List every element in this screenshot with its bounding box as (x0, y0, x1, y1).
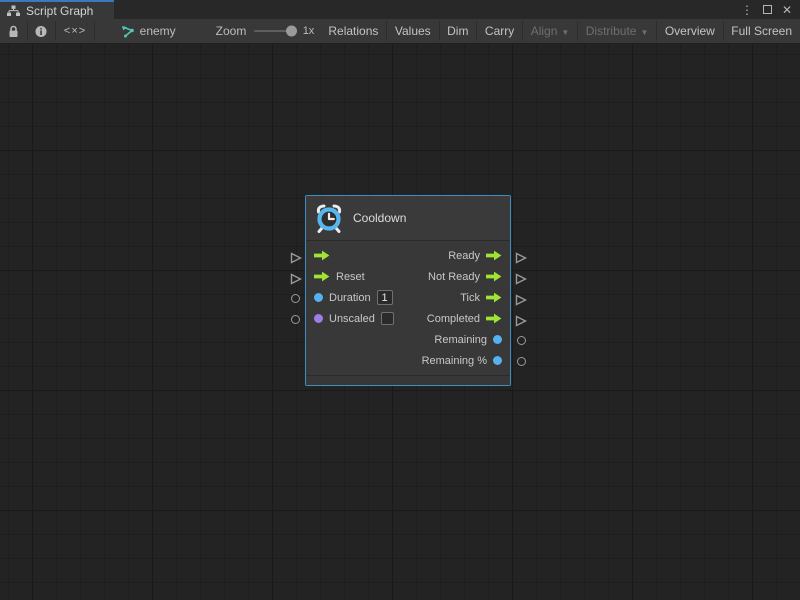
chevron-down-icon: ▼ (640, 28, 648, 37)
graph-reference[interactable]: enemy (113, 19, 184, 43)
code-view-button[interactable]: <×> (56, 19, 94, 43)
zoom-value: 1x (297, 19, 321, 43)
flow-output-port[interactable]: Completed (427, 313, 502, 325)
external-value-input-marker[interactable] (291, 315, 300, 324)
port-row: Reset Not Ready (306, 266, 510, 287)
node-cooldown[interactable]: Cooldown Ready (305, 195, 511, 386)
port-row: Unscaled Completed (306, 308, 510, 329)
port-label: Duration (329, 292, 371, 304)
graph-asset-icon (121, 25, 135, 38)
flow-input-port[interactable] (314, 250, 330, 261)
value-output-port[interactable]: Remaining (434, 334, 502, 346)
duration-value-field[interactable]: 1 (377, 290, 393, 305)
zoom-slider[interactable] (254, 19, 296, 43)
info-icon (35, 25, 47, 38)
port-label: Completed (427, 313, 480, 325)
port-row: Duration 1 Tick (306, 287, 510, 308)
port-label: Remaining (434, 334, 487, 346)
node-title: Cooldown (353, 211, 406, 225)
port-label: Reset (336, 271, 365, 283)
port-label: Remaining % (422, 355, 487, 367)
external-flow-output-marker[interactable] (515, 272, 527, 290)
node-footer (306, 375, 510, 385)
window-controls: ⋮ ✕ (740, 0, 800, 19)
menu-icon[interactable]: ⋮ (740, 3, 754, 17)
maximize-icon[interactable] (760, 3, 774, 17)
port-label: Not Ready (428, 271, 480, 283)
distribute-dropdown[interactable]: Distribute ▼ (578, 19, 657, 43)
script-graph-window: Script Graph ⋮ ✕ <×> (0, 0, 800, 600)
lock-icon (8, 25, 19, 38)
align-label: Align (531, 24, 558, 38)
carry-button[interactable]: Carry (477, 19, 522, 43)
values-button[interactable]: Values (387, 19, 439, 43)
external-flow-output-marker[interactable] (515, 293, 527, 311)
graph-reference-label: enemy (140, 24, 176, 38)
tab-script-graph[interactable]: Script Graph (0, 0, 114, 19)
unscaled-checkbox[interactable] (381, 312, 394, 325)
zoom-label: Zoom (216, 19, 255, 43)
flow-arrow-icon (486, 250, 502, 261)
port-label: Ready (448, 250, 480, 262)
external-value-input-marker[interactable] (291, 294, 300, 303)
relations-button[interactable]: Relations (320, 19, 386, 43)
graph-canvas[interactable]: Cooldown Ready (0, 44, 800, 600)
node-body: Ready Reset Not Ready (306, 241, 510, 375)
node-header[interactable]: Cooldown (306, 196, 510, 241)
port-row: Ready (306, 245, 510, 266)
chevron-down-icon: ▼ (561, 28, 569, 37)
flow-arrow-icon (314, 250, 330, 261)
lock-button[interactable] (0, 19, 27, 43)
fullscreen-button[interactable]: Full Screen (723, 19, 800, 43)
external-flow-input-marker[interactable] (290, 251, 302, 269)
value-input-port[interactable]: Duration 1 (314, 290, 393, 305)
external-value-output-marker[interactable] (517, 336, 526, 345)
external-value-output-marker[interactable] (517, 357, 526, 366)
value-port-icon (314, 314, 323, 323)
flow-arrow-icon (486, 292, 502, 303)
value-port-icon (493, 335, 502, 344)
external-flow-output-marker[interactable] (515, 251, 527, 269)
flow-output-port[interactable]: Ready (448, 250, 502, 262)
overview-button[interactable]: Overview (657, 19, 723, 43)
port-row: Remaining % (306, 350, 510, 371)
alarm-clock-icon (314, 203, 344, 233)
external-flow-output-marker[interactable] (515, 314, 527, 332)
value-output-port[interactable]: Remaining % (422, 355, 502, 367)
info-button[interactable] (27, 19, 55, 43)
zoom-slider-handle[interactable] (286, 26, 297, 37)
flow-input-port[interactable]: Reset (314, 271, 365, 283)
tab-strip: Script Graph ⋮ ✕ (0, 0, 800, 19)
graph-hierarchy-icon (7, 5, 20, 17)
tab-label: Script Graph (26, 4, 93, 18)
flow-output-port[interactable]: Not Ready (428, 271, 502, 283)
distribute-label: Distribute (586, 24, 637, 38)
flow-arrow-icon (486, 313, 502, 324)
value-input-port[interactable]: Unscaled (314, 312, 394, 325)
align-dropdown[interactable]: Align ▼ (523, 19, 578, 43)
external-flow-input-marker[interactable] (290, 272, 302, 290)
flow-arrow-icon (486, 271, 502, 282)
value-port-icon (493, 356, 502, 365)
flow-arrow-icon (314, 271, 330, 282)
flow-output-port[interactable]: Tick (460, 292, 502, 304)
dim-button[interactable]: Dim (439, 19, 476, 43)
port-label: Tick (460, 292, 480, 304)
port-label: Unscaled (329, 313, 375, 325)
value-port-icon (314, 293, 323, 302)
close-icon[interactable]: ✕ (780, 3, 794, 17)
graph-toolbar: <×> enemy Zoom 1x Relations Values Dim C… (0, 19, 800, 44)
port-row: Remaining (306, 329, 510, 350)
